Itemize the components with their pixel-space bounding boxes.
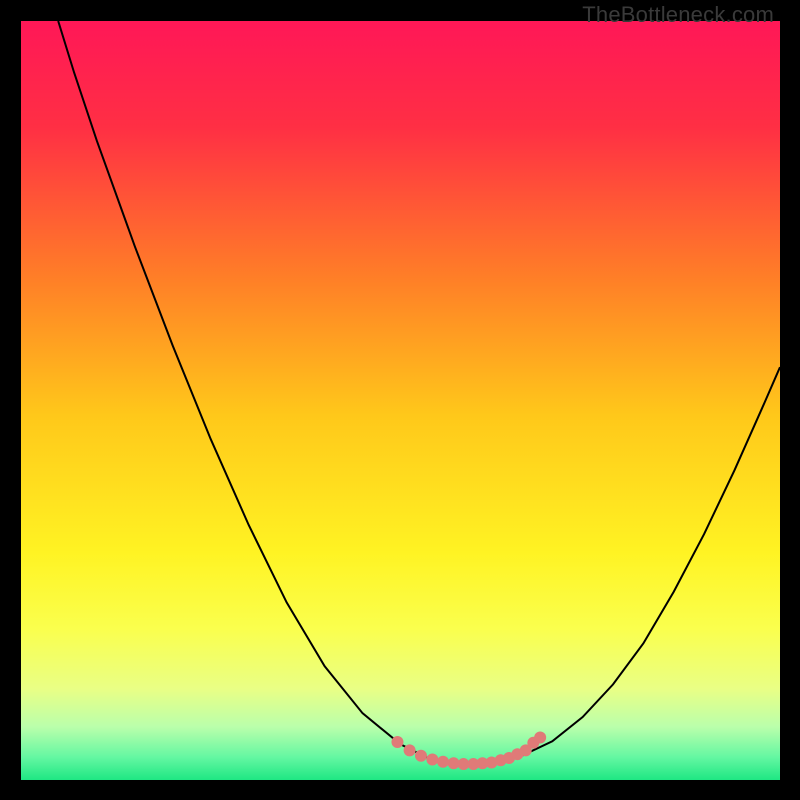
curve-layer xyxy=(21,21,780,780)
marker-dot xyxy=(391,736,403,748)
marker-dot xyxy=(426,754,438,766)
chart-frame xyxy=(21,21,780,780)
plot-area xyxy=(21,21,780,780)
marker-dot xyxy=(404,744,416,756)
branding-label: TheBottleneck.com xyxy=(582,2,774,28)
bottleneck-curve xyxy=(58,21,780,765)
marker-dot xyxy=(534,732,546,744)
marker-dot xyxy=(437,756,449,768)
marker-dots xyxy=(391,732,546,771)
marker-dot xyxy=(415,750,427,762)
